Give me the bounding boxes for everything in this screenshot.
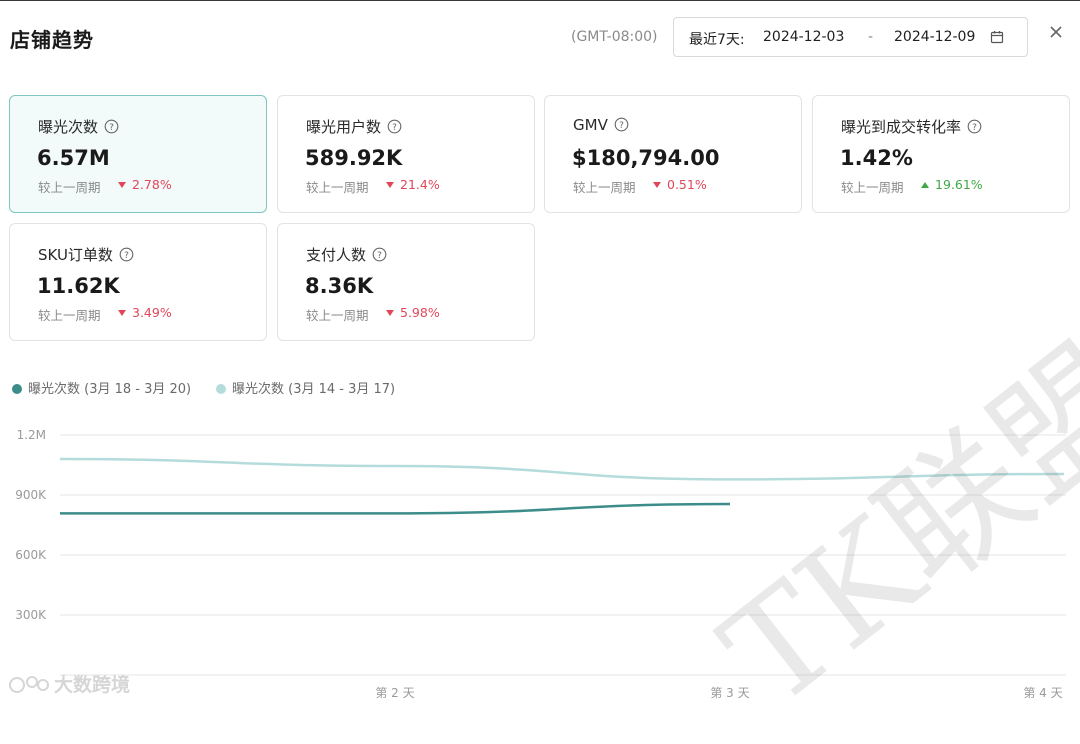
help-icon[interactable]: ? — [967, 119, 982, 134]
metric-card-sku-orders[interactable]: SKU订单数? 11.62K 较上一周期 3.49% — [9, 223, 267, 341]
y-tick-label: 1.2M — [17, 428, 46, 442]
y-tick-label: 600K — [15, 548, 47, 562]
down-arrow-icon — [386, 182, 394, 188]
metric-value: 8.36K — [305, 274, 374, 298]
metric-value: 1.42% — [840, 146, 913, 170]
end-date[interactable]: 2024-12-09 — [894, 29, 975, 45]
svg-text:?: ? — [124, 251, 129, 261]
help-icon[interactable]: ? — [104, 119, 119, 134]
compare-label: 较上一周期 — [841, 180, 904, 195]
start-date[interactable]: 2024-12-03 — [763, 29, 844, 45]
metric-label: 曝光用户数 — [306, 118, 382, 136]
x-tick-label: 第 2 天 — [375, 686, 414, 700]
date-range-picker[interactable]: 最近7天: 2024-12-03 - 2024-12-09 — [673, 17, 1028, 57]
compare-label: 较上一周期 — [306, 180, 369, 195]
metric-card-paying-users[interactable]: 支付人数? 8.36K 较上一周期 5.98% — [277, 223, 535, 341]
compare-label: 较上一周期 — [306, 308, 369, 323]
compare-label: 较上一周期 — [38, 180, 101, 195]
page-title: 店铺趋势 — [10, 28, 94, 52]
svg-text:?: ? — [619, 121, 624, 131]
metric-delta: 5.98% — [386, 305, 440, 320]
legend-item-previous[interactable]: 曝光次数 (3月 14 - 3月 17) — [216, 378, 395, 397]
metric-card-conversion-rate[interactable]: 曝光到成交转化率? 1.42% 较上一周期 19.61% — [812, 95, 1070, 213]
help-icon[interactable]: ? — [387, 119, 402, 134]
metric-card-gmv[interactable]: GMV? $180,794.00 较上一周期 0.51% — [544, 95, 802, 213]
metric-delta: 21.4% — [386, 177, 440, 192]
down-arrow-icon — [118, 310, 126, 316]
down-arrow-icon — [653, 182, 661, 188]
svg-text:?: ? — [392, 123, 397, 133]
metric-value: $180,794.00 — [572, 146, 720, 170]
help-icon[interactable]: ? — [119, 247, 134, 262]
x-tick-label: 第 3 天 — [710, 686, 749, 700]
calendar-icon[interactable] — [990, 30, 1004, 44]
metric-label: 支付人数 — [306, 246, 367, 264]
down-arrow-icon — [386, 310, 394, 316]
help-icon[interactable]: ? — [614, 117, 629, 132]
legend-dot — [216, 384, 226, 394]
y-tick-label: 300K — [15, 608, 47, 622]
date-separator: - — [868, 29, 874, 45]
svg-text:?: ? — [972, 123, 977, 133]
close-icon[interactable] — [1048, 24, 1064, 40]
metric-delta: 2.78% — [118, 177, 172, 192]
metric-card-impression-users[interactable]: 曝光用户数? 589.92K 较上一周期 21.4% — [277, 95, 535, 213]
series-line-previous — [59, 457, 1065, 481]
metric-label: GMV — [573, 116, 608, 134]
svg-text:?: ? — [109, 123, 114, 133]
metric-card-impressions[interactable]: 曝光次数? 6.57M 较上一周期 2.78% — [9, 95, 267, 213]
timezone-label: (GMT-08:00) — [571, 29, 658, 45]
date-preset-label: 最近7天: — [689, 32, 745, 48]
trend-line-chart: 1.2M 900K 600K 300K 第 2 天 第 3 天 第 4 天 — [15, 428, 1066, 700]
watermark-brand: 大数跨境 — [8, 670, 130, 697]
header: 店铺趋势 (GMT-08:00) 最近7天: 2024-12-03 - 2024… — [0, 0, 1080, 78]
metric-label: 曝光次数 — [38, 118, 99, 136]
metric-delta: 19.61% — [921, 177, 983, 192]
svg-text:?: ? — [377, 251, 382, 261]
y-tick-label: 900K — [15, 488, 47, 502]
metric-value: 11.62K — [37, 274, 120, 298]
compare-label: 较上一周期 — [38, 308, 101, 323]
brand-logo-icon — [9, 676, 49, 693]
series-line-current — [59, 502, 731, 515]
x-tick-label: 第 4 天 — [1023, 686, 1062, 700]
metric-value: 589.92K — [305, 146, 403, 170]
metric-delta: 0.51% — [653, 177, 707, 192]
metric-delta: 3.49% — [118, 305, 172, 320]
help-icon[interactable]: ? — [372, 247, 387, 262]
legend-dot — [12, 384, 22, 394]
metric-label: SKU订单数 — [38, 246, 113, 264]
down-arrow-icon — [118, 182, 126, 188]
up-arrow-icon — [921, 182, 929, 188]
metric-value: 6.57M — [37, 146, 110, 170]
compare-label: 较上一周期 — [573, 180, 636, 195]
metric-label: 曝光到成交转化率 — [841, 118, 962, 136]
legend-item-current[interactable]: 曝光次数 (3月 18 - 3月 20) — [12, 378, 191, 397]
